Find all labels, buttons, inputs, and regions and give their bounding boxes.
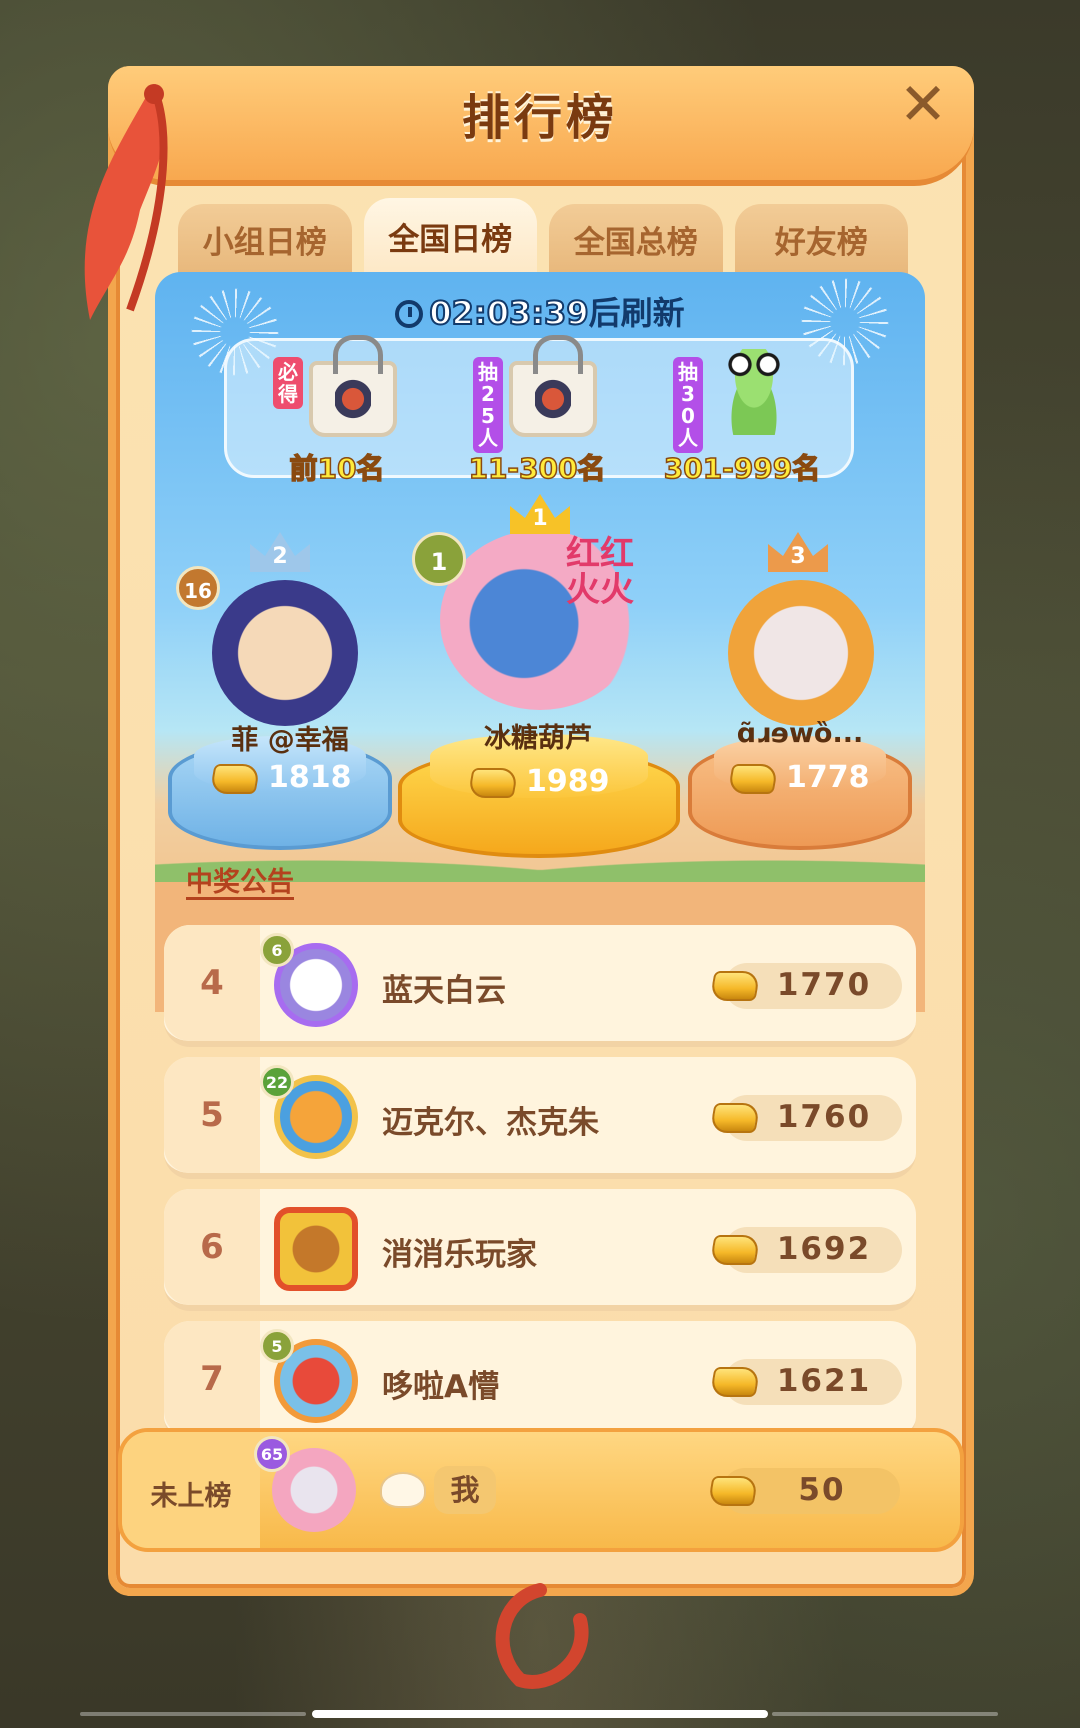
gold-bar-icon — [709, 1367, 761, 1397]
gift-bag-icon — [509, 335, 599, 437]
reward-tier[interactable]: 必得 前10名 — [237, 335, 437, 486]
tab-national-daily[interactable]: 全国日榜 — [363, 198, 537, 274]
rank-number: 5 — [200, 1095, 224, 1135]
tab-group-daily[interactable]: 小组日榜 — [178, 204, 352, 274]
rank-number: 6 — [200, 1227, 224, 1267]
player-name: 消消乐玩家 — [382, 1237, 537, 1273]
player-score: 1760 — [776, 1099, 872, 1135]
countdown-suffix: 后刷新 — [588, 294, 685, 332]
player-name: 迈克尔、杰克朱 — [382, 1105, 599, 1141]
level-badge: 22 — [260, 1065, 294, 1099]
third-place-avatar[interactable] — [728, 580, 874, 726]
tab-indicator — [80, 1712, 306, 1716]
gold-bar-icon — [209, 763, 261, 794]
reward-range: 301-999名 — [663, 451, 821, 486]
gold-bar-icon — [467, 767, 519, 798]
reward-range: 11-300名 — [468, 451, 607, 486]
level-badge: 16 — [176, 566, 220, 610]
reward-range: 前10名 — [289, 451, 385, 486]
frog-plush-icon — [709, 349, 799, 437]
bunny-icon — [380, 1472, 426, 1508]
tab-friends[interactable]: 好友榜 — [734, 204, 908, 274]
player-name: 菲 @幸福 — [231, 725, 349, 756]
reward-tag: 抽25人 — [473, 357, 503, 453]
reward-tag: 必得 — [273, 357, 303, 409]
winner-announcement-link[interactable]: 中奖公告 — [186, 860, 294, 899]
list-item[interactable]: 5 22 迈克尔、杰克朱 1760 — [164, 1057, 916, 1179]
reward-tag: 抽30人 — [673, 357, 703, 453]
rank-number: 4 — [200, 963, 224, 1003]
avatar-frame-decoration: 红红 火火 — [566, 534, 634, 610]
player-score: 1692 — [776, 1231, 872, 1267]
clock-icon — [395, 300, 424, 328]
player-name: 哆啦A懵 — [382, 1369, 499, 1405]
refresh-timer: 02:03:39后刷新 — [0, 288, 1080, 334]
rank-number: 7 — [200, 1359, 224, 1399]
level-badge: 65 — [254, 1436, 290, 1472]
level-badge: 1 — [412, 532, 466, 586]
player-score: 1989 — [467, 764, 610, 799]
ribbon-decoration — [495, 1583, 589, 1689]
second-place-avatar[interactable] — [212, 580, 358, 726]
reward-tier[interactable]: 抽25人 11-300名 — [437, 335, 637, 486]
gold-bar-icon — [707, 1476, 759, 1506]
close-button[interactable]: ✕ — [893, 74, 953, 134]
list-item[interactable]: 7 5 哆啦A懵 1621 — [164, 1321, 916, 1431]
reward-tier[interactable]: 抽30人 301-999名 — [637, 349, 847, 486]
level-badge: 6 — [260, 933, 294, 967]
my-score: 50 — [798, 1472, 846, 1508]
my-name: 我 — [434, 1466, 496, 1514]
level-badge: 5 — [260, 1329, 294, 1363]
gift-bag-icon — [309, 335, 399, 437]
gold-bar-icon — [727, 763, 779, 794]
my-rank-status: 未上榜 — [150, 1481, 232, 1512]
tab-bar: 小组日榜 全国日榜 全国总榜 好友榜 — [178, 198, 908, 274]
list-item[interactable]: 6 消消乐玩家 1692 — [164, 1189, 916, 1311]
list-item[interactable]: 4 6 蓝天白云 1770 — [164, 925, 916, 1047]
reward-tiers: 必得 前10名 抽25人 11-300名 抽30人 301-999名 — [224, 335, 854, 486]
player-name: 冰糖葫芦 — [484, 723, 592, 754]
gold-bar-icon — [709, 1103, 761, 1133]
countdown-value: 02:03:39 — [428, 293, 589, 333]
tab-national-total[interactable]: 全国总榜 — [549, 204, 723, 274]
player-score: 1770 — [776, 967, 872, 1003]
close-icon: ✕ — [898, 70, 948, 138]
player-name: ɑ̃ɹɘwȍ... — [736, 718, 864, 749]
home-indicator[interactable] — [312, 1710, 768, 1718]
player-score: 1818 — [209, 760, 352, 795]
rank-list[interactable]: 4 6 蓝天白云 1770 5 22 迈克尔、杰克朱 1760 6 消消乐玩家 … — [160, 925, 918, 1431]
my-rank-bar[interactable]: 未上榜 65 我 50 — [118, 1428, 964, 1552]
avatar[interactable] — [274, 1207, 358, 1291]
tab-indicator — [772, 1712, 998, 1716]
player-score: 1778 — [727, 760, 870, 795]
player-name: 蓝天白云 — [382, 973, 506, 1009]
gold-bar-icon — [709, 971, 761, 1001]
player-score: 1621 — [776, 1363, 872, 1399]
gold-bar-icon — [709, 1235, 761, 1265]
